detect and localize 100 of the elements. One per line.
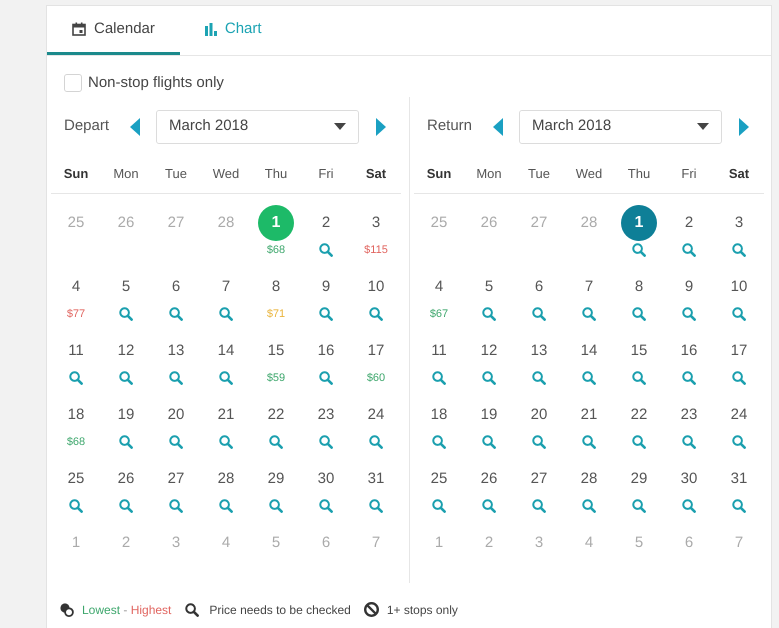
search-icon[interactable] bbox=[482, 434, 496, 448]
calendar-day[interactable]: 21 bbox=[580, 404, 598, 424]
search-icon[interactable] bbox=[682, 434, 696, 448]
search-icon[interactable] bbox=[632, 434, 646, 448]
search-icon[interactable] bbox=[732, 306, 746, 320]
search-icon[interactable] bbox=[219, 306, 233, 320]
search-icon[interactable] bbox=[482, 306, 496, 320]
search-icon[interactable] bbox=[69, 370, 83, 384]
search-icon[interactable] bbox=[219, 370, 233, 384]
search-icon[interactable] bbox=[732, 498, 746, 512]
calendar-day[interactable]: 28 bbox=[580, 468, 598, 488]
calendar-day[interactable]: 21 bbox=[218, 404, 234, 424]
search-icon[interactable] bbox=[582, 498, 596, 512]
search-icon[interactable] bbox=[582, 370, 596, 384]
search-icon[interactable] bbox=[532, 498, 546, 512]
calendar-day[interactable]: 30 bbox=[318, 468, 334, 488]
calendar-day[interactable]: 6 bbox=[172, 276, 180, 296]
month-dropdown[interactable]: March 2018 bbox=[156, 110, 359, 144]
right-triangle-icon[interactable] bbox=[739, 118, 749, 136]
calendar-day[interactable]: 17 bbox=[368, 340, 384, 360]
month-dropdown[interactable]: March 2018 bbox=[519, 110, 722, 144]
search-icon[interactable] bbox=[169, 434, 183, 448]
calendar-day[interactable]: 29 bbox=[268, 468, 284, 488]
calendar-day[interactable]: 2 bbox=[322, 212, 330, 232]
search-icon[interactable] bbox=[582, 306, 596, 320]
search-icon[interactable] bbox=[119, 434, 133, 448]
calendar-day[interactable]: 20 bbox=[530, 404, 548, 424]
calendar-day[interactable]: 22 bbox=[630, 404, 648, 424]
calendar-day[interactable]: 8 bbox=[272, 276, 280, 296]
calendar-day[interactable]: 24 bbox=[368, 404, 384, 424]
calendar-day[interactable]: 26 bbox=[118, 468, 134, 488]
search-icon[interactable] bbox=[632, 498, 646, 512]
checkbox[interactable] bbox=[64, 74, 82, 92]
calendar-day[interactable]: 18 bbox=[430, 404, 448, 424]
search-icon[interactable] bbox=[169, 370, 183, 384]
search-icon[interactable] bbox=[319, 370, 333, 384]
calendar-day[interactable]: 14 bbox=[580, 340, 598, 360]
calendar-day[interactable]: 8 bbox=[634, 276, 644, 296]
search-icon[interactable] bbox=[319, 242, 333, 256]
calendar-day[interactable]: 22 bbox=[268, 404, 284, 424]
search-icon[interactable] bbox=[732, 370, 746, 384]
search-icon[interactable] bbox=[682, 242, 696, 256]
calendar-day[interactable]: 28 bbox=[218, 468, 234, 488]
search-icon[interactable] bbox=[432, 498, 446, 512]
calendar-day[interactable]: 10 bbox=[730, 276, 748, 296]
search-icon[interactable] bbox=[169, 306, 183, 320]
search-icon[interactable] bbox=[682, 306, 696, 320]
calendar-day[interactable]: 3 bbox=[372, 212, 380, 232]
calendar-day[interactable]: 4 bbox=[72, 276, 80, 296]
search-icon[interactable] bbox=[432, 370, 446, 384]
calendar-day[interactable]: 15 bbox=[630, 340, 648, 360]
calendar-day[interactable]: 19 bbox=[118, 404, 134, 424]
search-icon[interactable] bbox=[732, 434, 746, 448]
calendar-day[interactable]: 11 bbox=[431, 340, 447, 360]
calendar-day[interactable]: 12 bbox=[118, 340, 134, 360]
calendar-day[interactable]: 11 bbox=[68, 340, 84, 360]
search-icon[interactable] bbox=[219, 434, 233, 448]
search-icon[interactable] bbox=[532, 370, 546, 384]
search-icon[interactable] bbox=[269, 498, 283, 512]
calendar-day[interactable]: 23 bbox=[680, 404, 698, 424]
calendar-day[interactable]: 30 bbox=[680, 468, 698, 488]
calendar-day[interactable]: 15 bbox=[268, 340, 284, 360]
calendar-day[interactable]: 16 bbox=[680, 340, 698, 360]
search-icon[interactable] bbox=[632, 370, 646, 384]
calendar-day[interactable]: 6 bbox=[534, 276, 544, 296]
search-icon[interactable] bbox=[682, 498, 696, 512]
calendar-day[interactable]: 12 bbox=[480, 340, 498, 360]
left-triangle-icon[interactable] bbox=[493, 118, 504, 136]
calendar-day[interactable]: 7 bbox=[584, 276, 594, 296]
search-icon[interactable] bbox=[482, 370, 496, 384]
calendar-day[interactable]: 16 bbox=[318, 340, 334, 360]
search-icon[interactable] bbox=[482, 498, 496, 512]
calendar-day[interactable]: 18 bbox=[68, 404, 84, 424]
left-triangle-icon[interactable] bbox=[130, 118, 140, 136]
search-icon[interactable] bbox=[732, 242, 746, 256]
search-icon[interactable] bbox=[369, 498, 383, 512]
calendar-day[interactable]: 3 bbox=[734, 212, 744, 232]
calendar-day[interactable]: 7 bbox=[222, 276, 230, 296]
search-icon[interactable] bbox=[319, 306, 333, 320]
search-icon[interactable] bbox=[119, 306, 133, 320]
search-icon[interactable] bbox=[119, 498, 133, 512]
calendar-day[interactable]: 17 bbox=[730, 340, 748, 360]
search-icon[interactable] bbox=[319, 498, 333, 512]
calendar-day[interactable]: 5 bbox=[484, 276, 494, 296]
search-icon[interactable] bbox=[319, 434, 333, 448]
calendar-day[interactable]: 20 bbox=[168, 404, 184, 424]
calendar-day[interactable]: 31 bbox=[730, 468, 748, 488]
calendar-day[interactable]: 1 bbox=[621, 204, 657, 240]
search-icon[interactable] bbox=[369, 306, 383, 320]
search-icon[interactable] bbox=[582, 434, 596, 448]
calendar-day[interactable]: 2 bbox=[684, 212, 694, 232]
calendar-day[interactable]: 5 bbox=[122, 276, 130, 296]
search-icon[interactable] bbox=[682, 370, 696, 384]
search-icon[interactable] bbox=[69, 498, 83, 512]
calendar-day[interactable]: 4 bbox=[434, 276, 444, 296]
right-triangle-icon[interactable] bbox=[376, 118, 386, 136]
calendar-day[interactable]: 19 bbox=[480, 404, 498, 424]
search-icon[interactable] bbox=[632, 242, 646, 256]
calendar-day[interactable]: 9 bbox=[322, 276, 330, 296]
search-icon[interactable] bbox=[119, 370, 133, 384]
